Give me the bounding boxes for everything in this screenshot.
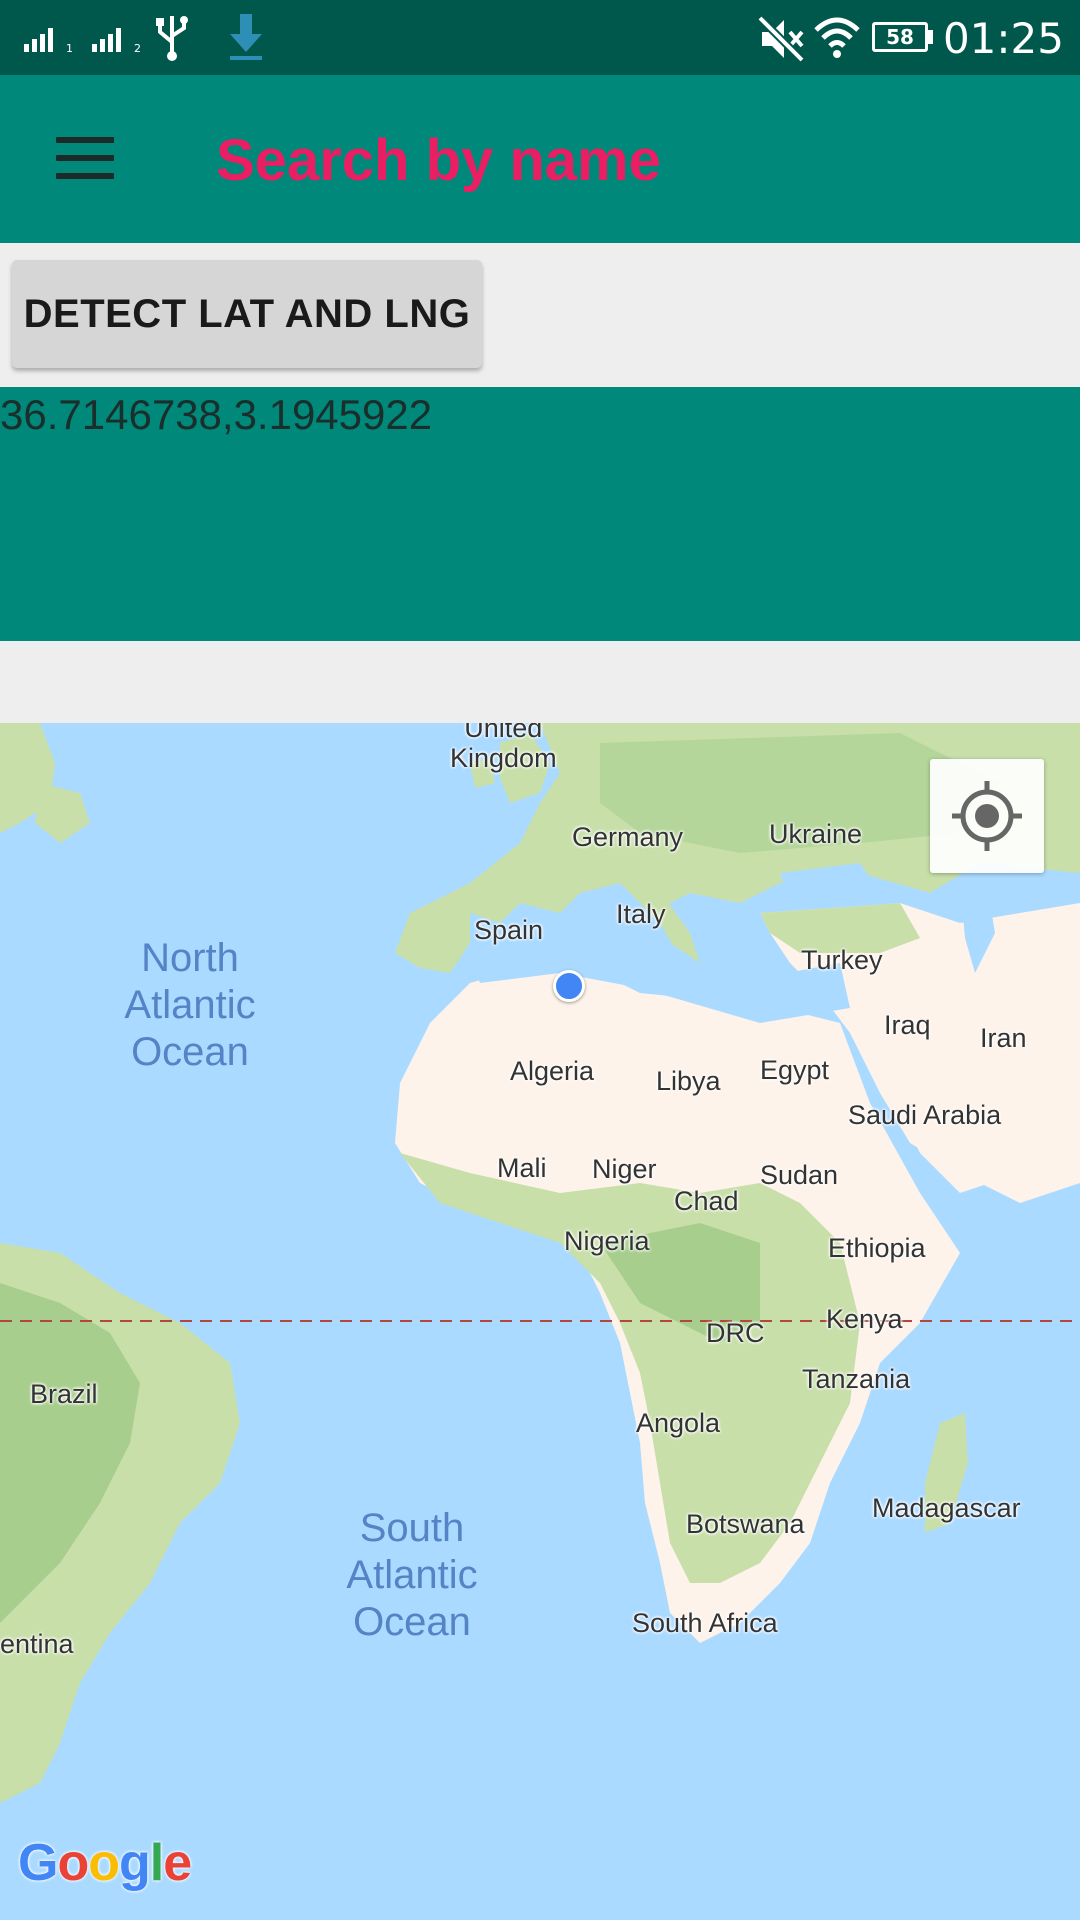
country-label-kenya: Kenya — [826, 1304, 903, 1334]
country-label-iran: Iran — [980, 1023, 1027, 1053]
wifi-icon — [814, 17, 860, 58]
country-label-angola: Angola — [636, 1408, 721, 1438]
coordinates-text: 36.7146738,3.1945922 — [0, 391, 433, 438]
google-logo: Google — [18, 1834, 192, 1892]
country-label-egypt: Egypt — [760, 1055, 830, 1085]
country-label-nigeria: Nigeria — [564, 1226, 650, 1256]
country-label-drc: DRC — [706, 1318, 765, 1348]
south-atlantic-label: South Atlantic Ocean — [346, 1506, 478, 1644]
country-label-iraq: Iraq — [884, 1010, 931, 1040]
country-label-brazil: Brazil — [30, 1379, 98, 1409]
country-label-united-kingdom: United Kingdom — [450, 723, 557, 773]
toolbar-title: Search by name — [216, 128, 661, 193]
country-label-madagascar: Madagascar — [872, 1493, 1021, 1523]
download-icon — [230, 14, 262, 60]
current-location-marker — [553, 970, 585, 1002]
country-label-south-africa: South Africa — [632, 1608, 778, 1638]
status-time: 01:25 — [942, 14, 1064, 63]
crosshair-icon — [952, 781, 1022, 851]
country-label-argentina: entina — [0, 1629, 74, 1659]
my-location-button[interactable] — [930, 759, 1044, 873]
country-label-italy: Italy — [616, 899, 666, 929]
country-label-ukraine: Ukraine — [769, 819, 863, 849]
map-land — [0, 723, 1080, 1803]
north-atlantic-label: North Atlantic Ocean — [124, 936, 256, 1074]
sim1-label: 1 — [66, 42, 73, 55]
country-label-tanzania: Tanzania — [802, 1364, 911, 1394]
country-label-botswana: Botswana — [686, 1509, 805, 1539]
country-label-mali: Mali — [497, 1153, 547, 1183]
status-bar: 1 2 58 01:25 — [0, 0, 1080, 75]
usb-icon — [156, 16, 188, 61]
country-label-libya: Libya — [656, 1066, 721, 1096]
country-label-turkey: Turkey — [801, 945, 883, 975]
country-label-germany: Germany — [572, 822, 684, 852]
country-label-saudi-arabia: Saudi Arabia — [848, 1100, 1002, 1130]
mute-icon — [757, 15, 805, 63]
battery-icon: 58 — [872, 22, 928, 52]
country-label-ethiopia: Ethiopia — [828, 1233, 926, 1263]
country-label-niger: Niger — [592, 1154, 657, 1184]
coordinates-panel: 36.7146738,3.1945922 — [0, 387, 1080, 641]
app-toolbar: Search by name — [0, 75, 1080, 243]
detect-lat-lng-button[interactable]: DETECT LAT AND LNG — [12, 260, 482, 368]
menu-icon[interactable] — [30, 115, 140, 205]
sim2-label: 2 — [134, 42, 141, 55]
map-view[interactable]: North Atlantic Ocean South Atlantic Ocea… — [0, 723, 1080, 1920]
country-label-sudan: Sudan — [760, 1160, 839, 1190]
country-label-algeria: Algeria — [510, 1056, 595, 1086]
battery-level: 58 — [886, 25, 914, 49]
country-label-chad: Chad — [674, 1186, 739, 1216]
country-label-spain: Spain — [474, 915, 544, 945]
